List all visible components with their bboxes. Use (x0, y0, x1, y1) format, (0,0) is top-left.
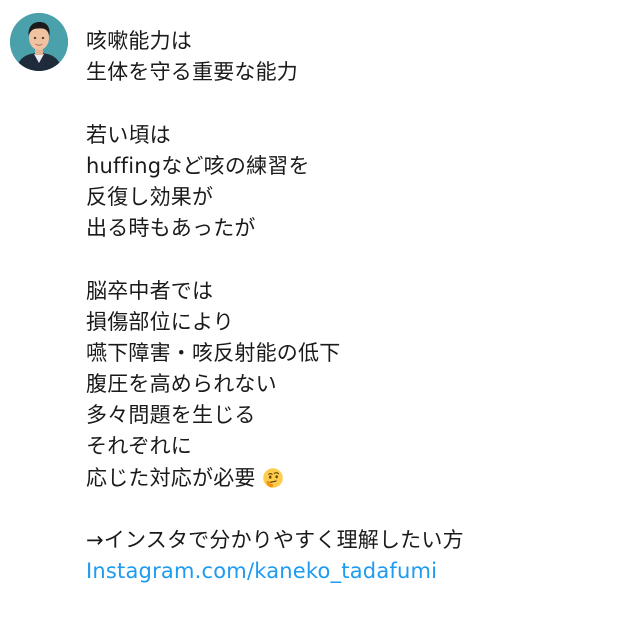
instagram-link[interactable]: Instagram.com/kaneko_tadafumi (86, 556, 606, 587)
post-line: 損傷部位により (86, 309, 234, 334)
post-line: それぞれに (86, 434, 192, 459)
post-line: 出る時もあったが (86, 216, 256, 241)
post-line: huffingなど咳の練習を (86, 153, 310, 178)
post-line: 咳嗽能力は (86, 29, 192, 53)
post-line-text: 応じた対応が必要 (86, 465, 256, 490)
post-line: 多々問題を生じる (86, 403, 256, 428)
post-line: 反復し効果が (86, 184, 214, 209)
profile-photo-avatar-icon (10, 13, 68, 71)
cta-text: →インスタで分かりやすく理解したい方 (86, 528, 464, 552)
post-card: 咳嗽能力は 生体を守る重要な能力 若い頃は huffingなど咳の練習を 反復し… (0, 0, 622, 632)
avatar[interactable] (10, 13, 68, 71)
post-line-with-emoji: 応じた対応が必要 (86, 463, 606, 494)
post-line: 脳卒中者では (86, 278, 214, 303)
post-line: 嚥下障害・咳反射能の低下 (86, 340, 341, 365)
post-body: 咳嗽能力は 生体を守る重要な能力 若い頃は huffingなど咳の練習を 反復し… (86, 26, 606, 587)
thinking-face-icon (262, 467, 284, 498)
post-line: 生体を守る重要な能力 (86, 60, 298, 85)
post-line: 腹圧を高められない (86, 372, 277, 397)
post-line: 若い頃は (86, 122, 171, 147)
